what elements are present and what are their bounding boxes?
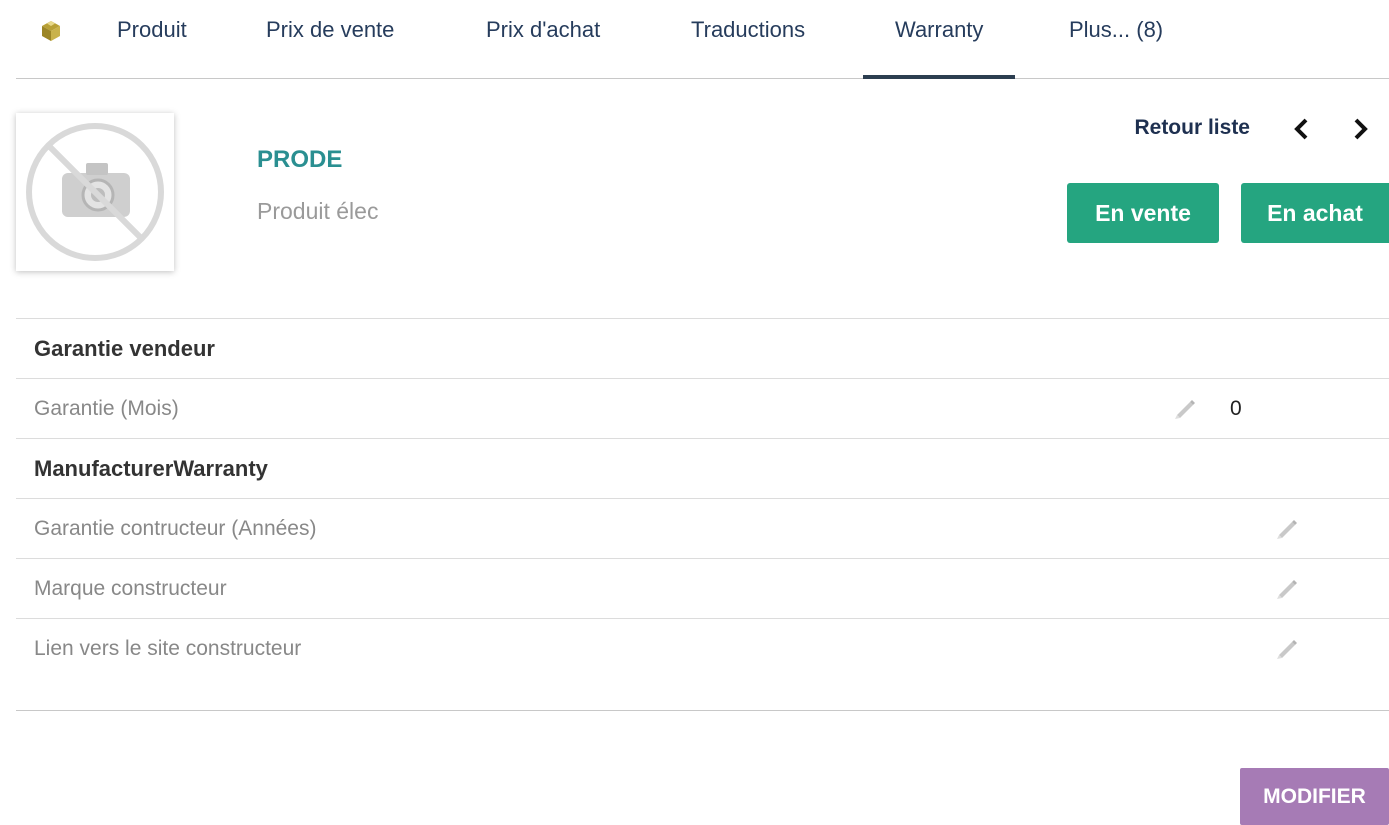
field-row-manufacturer-link: Lien vers le site constructeur: [16, 618, 1389, 678]
tab-prix-de-vente[interactable]: Prix de vente: [266, 0, 394, 78]
previous-arrow-icon[interactable]: [1290, 114, 1314, 144]
section-header-vendor: Garantie vendeur: [16, 318, 1389, 378]
field-label: Garantie contructeur (Années): [34, 517, 317, 540]
product-photo[interactable]: [16, 113, 174, 271]
pencil-edit-icon[interactable]: [1273, 575, 1299, 601]
field-label: Lien vers le site constructeur: [34, 637, 302, 660]
field-row-manufacturer-warranty: Garantie contructeur (Années): [16, 498, 1389, 558]
divider: [16, 710, 1389, 711]
tab-plus[interactable]: Plus... (8): [1069, 0, 1163, 78]
no-photo-icon: [26, 123, 164, 261]
modify-button[interactable]: MODIFIER: [1240, 768, 1389, 825]
field-label: Garantie (Mois): [34, 397, 179, 420]
field-value: 0: [1230, 397, 1242, 420]
tab-prix-achat[interactable]: Prix d'achat: [486, 0, 600, 78]
next-arrow-icon[interactable]: [1348, 114, 1372, 144]
product-ref: PRODE: [257, 146, 343, 173]
field-label: Marque constructeur: [34, 577, 227, 600]
warranty-table: Garantie vendeur Garantie (Mois) 0 Manuf…: [16, 318, 1389, 678]
field-row-warranty-months: Garantie (Mois) 0: [16, 378, 1389, 438]
tab-warranty[interactable]: Warranty: [862, 0, 1016, 79]
field-row-manufacturer-brand: Marque constructeur: [16, 558, 1389, 618]
product-label: Produit élec: [257, 198, 379, 224]
tab-produit[interactable]: Produit: [117, 0, 187, 78]
tab-bar: Produit Prix de vente Prix d'achat Tradu…: [16, 0, 1389, 79]
section-title: Garantie vendeur: [34, 336, 215, 361]
back-to-list-link[interactable]: Retour liste: [1134, 116, 1250, 140]
pencil-edit-icon[interactable]: [1273, 515, 1299, 541]
status-sell-badge[interactable]: En vente: [1067, 183, 1219, 243]
pencil-edit-icon[interactable]: [1171, 395, 1197, 421]
section-header-manufacturer: ManufacturerWarranty: [16, 438, 1389, 498]
section-title: ManufacturerWarranty: [34, 456, 268, 481]
tab-traductions[interactable]: Traductions: [691, 0, 805, 78]
status-buy-badge[interactable]: En achat: [1241, 183, 1389, 243]
product-box-icon[interactable]: [40, 20, 62, 42]
pencil-edit-icon[interactable]: [1273, 635, 1299, 661]
